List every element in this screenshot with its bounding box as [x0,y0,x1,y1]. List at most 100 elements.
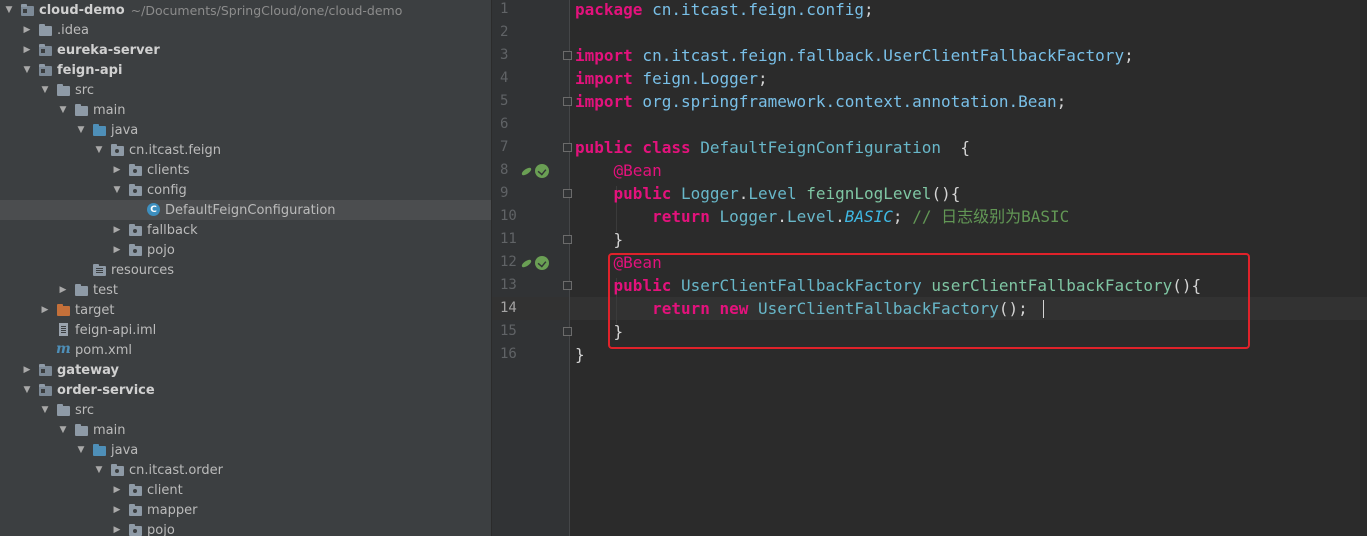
tree-item-mapper[interactable]: ▶ mapper [0,500,491,520]
tree-item-label: DefaultFeignConfiguration [165,202,336,218]
code-token: import [575,46,633,65]
expand-arrow-right-icon[interactable]: ▶ [112,225,122,235]
code-token: . [738,184,749,203]
code-line[interactable]: package cn.itcast.feign.config; [575,0,874,21]
tree-item-label: src [75,402,94,418]
bean-check-icon[interactable] [535,256,549,270]
code-line[interactable]: public Logger.Level feignLogLevel(){ [575,182,961,205]
expand-arrow-right-icon[interactable]: ▶ [40,305,50,315]
code-token: ; [864,0,874,19]
project-tree[interactable]: ▼ cloud-demo ~/Documents/SpringCloud/one/c… [0,0,491,536]
tree-item--idea[interactable]: ▶ .idea [0,20,491,40]
tree-item-src[interactable]: ▼ src [0,400,491,420]
text-caret [1043,300,1044,318]
code-line[interactable]: import cn.itcast.feign.fallback.UserClie… [575,44,1134,67]
tree-item-resources[interactable]: ▶resources [0,260,491,280]
fold-marker-icon[interactable] [563,51,572,60]
package-icon [110,143,126,157]
tree-item-main[interactable]: ▼ main [0,420,491,440]
tree-item-clients[interactable]: ▶ clients [0,160,491,180]
code-line[interactable]: } [575,343,585,366]
line-number: 11 [500,231,517,247]
package-icon [128,523,144,536]
tree-item-cn-itcast-feign[interactable]: ▼ cn.itcast.feign [0,140,491,160]
fold-marker-icon[interactable] [563,189,572,198]
code-token: cn.itcast.feign.fallback.UserClientFallb… [632,46,1125,65]
tree-item-cn-itcast-order[interactable]: ▼ cn.itcast.order [0,460,491,480]
code-token: (){ [931,184,961,203]
tree-item-label: feign-api [57,62,123,78]
expand-arrow-down-icon[interactable]: ▼ [94,145,104,155]
code-line[interactable]: import feign.Logger; [575,67,768,90]
fold-marker-icon[interactable] [563,143,572,152]
tree-item-eureka-server[interactable]: ▶ eureka-server [0,40,491,60]
expand-arrow-right-icon[interactable]: ▶ [112,525,122,535]
fold-marker-icon[interactable] [563,235,572,244]
tree-item-target[interactable]: ▶ target [0,300,491,320]
fold-marker-icon[interactable] [563,281,572,290]
expand-arrow-right-icon[interactable]: ▶ [112,485,122,495]
spring-bean-gutter-icon[interactable] [520,255,554,271]
expand-arrow-down-icon[interactable]: ▼ [40,405,50,415]
fold-marker-icon[interactable] [563,97,572,106]
line-number: 9 [500,185,509,201]
tree-item-defaultfeignconfiguration[interactable]: ▶CDefaultFeignConfiguration [0,200,491,220]
expand-arrow-down-icon[interactable]: ▼ [58,105,68,115]
line-number: 16 [500,346,517,362]
expand-arrow-right-icon[interactable]: ▶ [22,45,32,55]
tree-item-config[interactable]: ▼ config [0,180,491,200]
tree-item-pom-xml[interactable]: ▶mpom.xml [0,340,491,360]
tree-item-gateway[interactable]: ▶ gateway [0,360,491,380]
code-token: Logger [719,207,778,226]
expand-arrow-down-icon[interactable]: ▼ [58,425,68,435]
tree-item-client[interactable]: ▶ client [0,480,491,500]
tree-item-label: java [111,122,139,138]
expand-arrow-down-icon[interactable]: ▼ [4,5,14,15]
expand-arrow-right-icon[interactable]: ▶ [112,245,122,255]
tree-item-label: pojo [147,522,175,536]
code-line[interactable]: public class DefaultFeignConfiguration { [575,136,970,159]
code-line[interactable]: return Logger.Level.BASIC; // 日志级别为BASIC [575,205,1069,228]
tree-item-fallback[interactable]: ▶ fallback [0,220,491,240]
expand-arrow-right-icon[interactable]: ▶ [22,25,32,35]
code-line[interactable]: import org.springframework.context.annot… [575,90,1066,113]
tree-item-src[interactable]: ▼ src [0,80,491,100]
tree-item-pojo[interactable]: ▶ pojo [0,240,491,260]
tree-item-java[interactable]: ▼ java [0,120,491,140]
bean-navigation-icon[interactable] [520,165,533,178]
tree-item-order-service[interactable]: ▼ order-service [0,380,491,400]
expand-arrow-down-icon[interactable]: ▼ [22,385,32,395]
tree-item-feign-api-iml[interactable]: ▶feign-api.iml [0,320,491,340]
expand-arrow-down-icon[interactable]: ▼ [94,465,104,475]
code-token: feign.Logger [632,69,759,88]
expand-arrow-right-icon[interactable]: ▶ [58,285,68,295]
code-token: org.springframework.context.annotation.B… [632,92,1057,111]
fold-marker-icon[interactable] [563,327,572,336]
code-line[interactable]: } [575,228,624,251]
expand-arrow-down-icon[interactable]: ▼ [76,125,86,135]
code-line[interactable]: @Bean [575,159,662,182]
tree-item-label: test [93,282,118,298]
tree-item-main[interactable]: ▼ main [0,100,491,120]
spring-bean-gutter-icon[interactable] [520,163,554,179]
code-token: DefaultFeignConfiguration [700,138,942,157]
tree-item-label: gateway [57,362,119,378]
bean-navigation-icon[interactable] [520,257,533,270]
tree-item-feign-api[interactable]: ▼ feign-api [0,60,491,80]
tree-item-pojo[interactable]: ▶ pojo [0,520,491,536]
bean-check-icon[interactable] [535,164,549,178]
tree-item-test[interactable]: ▶ test [0,280,491,300]
tree-item-java[interactable]: ▼ java [0,440,491,460]
tree-item-cloud-demo[interactable]: ▼ cloud-demo ~/Documents/SpringCloud/one/c… [0,0,491,20]
expand-arrow-down-icon[interactable]: ▼ [22,65,32,75]
expand-arrow-right-icon[interactable]: ▶ [22,365,32,375]
expand-arrow-right-icon[interactable]: ▶ [112,165,122,175]
expand-arrow-right-icon[interactable]: ▶ [112,505,122,515]
code-token: feignLogLevel [806,184,932,203]
expand-arrow-down-icon[interactable]: ▼ [40,85,50,95]
folder-icon [38,23,54,37]
package-icon [110,463,126,477]
expand-arrow-down-icon[interactable]: ▼ [112,185,122,195]
expand-arrow-down-icon[interactable]: ▼ [76,445,86,455]
